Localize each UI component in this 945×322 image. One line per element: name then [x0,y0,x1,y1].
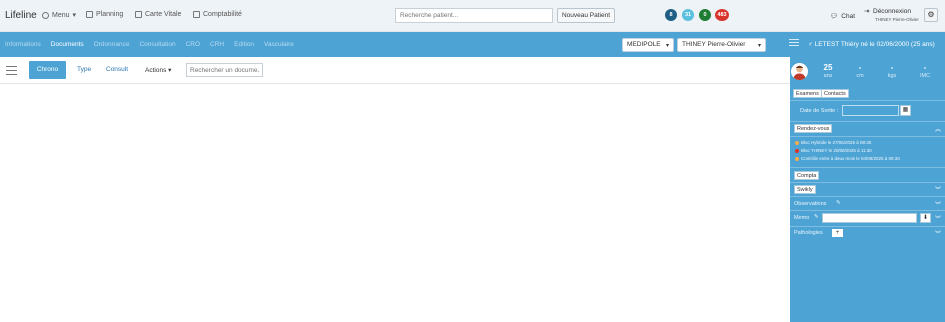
badge-count[interactable]: 31 [682,9,694,21]
panel-menu-icon[interactable] [789,39,799,48]
planning-label: Planning [96,11,124,18]
memo-label: Memo [794,215,810,221]
new-patient-button[interactable]: Nouveau Patient [557,8,615,23]
swikly-button[interactable]: Swikly [794,185,816,194]
edit-icon[interactable]: ✎ [814,214,819,220]
site-select[interactable]: MEDIPOLE ▾ [622,38,674,52]
carte-vitale-label: Carte Vitale [145,11,182,18]
tab-consultation[interactable]: Consultation [139,41,175,48]
add-pathology-button[interactable]: + [832,229,843,237]
avatar [791,63,808,80]
patient-info-text: LETEST Thiéry né le 02/06/2000 (25 ans) [814,41,935,48]
badge-count[interactable]: 0 [699,9,711,21]
rdv-item[interactable]: Bloc THINEY le 20/08/2025 à 11:30 [795,148,872,153]
document-toolbar: Chrono Type Consult Actions ▾ [0,57,790,84]
tab-list: Informations Documents Ordonnance Consul… [5,41,294,48]
chat-label: Chat [841,12,855,20]
male-icon: ♂ [808,41,813,48]
gear-icon: ⚙ [927,10,935,19]
actions-label: Actions [145,67,167,74]
doctor-select-value: THINEY Pierre-Olivier [682,41,746,48]
caret-down-icon: ▾ [168,67,172,74]
badge-count[interactable]: 483 [715,9,729,21]
nav-bar: Informations Documents Ordonnance Consul… [0,32,945,57]
patient-search-input[interactable] [395,8,553,23]
caret-down-icon: ▾ [757,43,761,49]
site-select-value: MEDIPOLE [627,41,661,48]
stat-imc: - IMC [919,63,931,79]
memo-input[interactable] [822,213,917,223]
card-icon [135,11,142,18]
app-logo[interactable]: Lifeline [5,10,37,21]
chat-button[interactable]: 💬︎ Chat [830,12,855,21]
contacts-button[interactable]: Contacts [821,89,849,98]
chevron-down-icon[interactable]: ︾ [935,200,941,209]
caret-down-icon: ▾ [72,12,77,19]
check-circle-icon [42,11,49,19]
compta-button[interactable]: Compta [794,171,820,180]
settings-button[interactable]: ⚙ [924,8,938,22]
menu-button[interactable]: Menu ▾ [42,11,76,19]
badge-count[interactable]: 8 [665,9,677,21]
rendez-vous-button[interactable]: Rendez-vous [794,124,833,133]
comptabilite-link[interactable]: Comptabilité [193,11,242,18]
logout-label: Déconnexion [873,8,911,15]
planning-link[interactable]: Planning [86,11,123,18]
actions-dropdown[interactable]: Actions ▾ [145,66,171,74]
logout-icon: ⇥ [864,8,870,15]
calendar-icon [86,11,93,18]
carte-vitale-link[interactable]: Carte Vitale [135,11,181,18]
tab-ordonnance[interactable]: Ordonnance [94,41,130,48]
calculator-icon [193,11,200,18]
menu-label: Menu [52,11,70,19]
stat-height: - cm [856,63,864,79]
comptabilite-label: Comptabilité [203,11,242,18]
status-dot-icon [795,140,799,145]
date-sortie-label: Date de Sortie : [800,108,839,114]
top-bar: Lifeline Menu ▾ Planning Carte Vitale Co… [0,0,945,32]
rdv-item[interactable]: Contrôle entre à deux mois le 04/08/2025… [795,156,900,161]
tab-vasculaire[interactable]: Vasculaire [264,41,294,48]
consult-filter[interactable]: Consult [106,66,128,73]
tab-crh[interactable]: CRH [210,41,224,48]
plus-icon: + [835,230,840,236]
chevron-down-icon[interactable]: ︾ [935,185,941,194]
tab-edition[interactable]: Edition [234,41,254,48]
observations-label: Observations [794,201,827,207]
arrow-down-icon[interactable]: ⬇ [920,213,931,223]
stat-weight: - kgs [887,63,897,79]
stat-age: 25 ans [823,63,833,79]
rdv-item[interactable]: Bloc Hybride le 27/06/2025 à 08:30 [795,140,871,145]
patient-info: ♂ LETEST Thiéry né le 02/06/2000 (25 ans… [808,41,935,48]
date-sortie-input[interactable] [842,105,899,116]
chrono-button[interactable]: Chrono [29,61,66,79]
logout-user: THINEY Pierre-Olivier [875,17,919,22]
caret-down-icon: ▾ [665,43,669,49]
document-search-input[interactable] [186,63,263,77]
examens-button[interactable]: Examens [793,89,822,98]
chevron-down-icon[interactable]: ︾ [935,229,941,238]
doctor-select[interactable]: THINEY Pierre-Olivier ▾ [677,38,766,52]
tab-informations[interactable]: Informations [5,41,41,48]
pathologies-label: Pathologies [794,230,823,236]
type-filter[interactable]: Type [77,66,91,73]
logout-button[interactable]: ⇥ Déconnexion THINEY Pierre-Olivier [864,8,919,24]
tab-cro[interactable]: CRO [186,41,200,48]
chevron-up-icon[interactable]: ︽ [935,124,941,133]
chevron-down-icon[interactable]: ︾ [935,214,941,223]
hamburger-icon[interactable] [6,66,17,78]
status-dot-icon [795,148,799,153]
edit-icon[interactable]: ✎ [836,200,841,206]
status-dot-icon [795,156,799,161]
tab-documents[interactable]: Documents [51,41,84,48]
calendar-icon[interactable]: ▦ [900,105,911,116]
chat-icon: 💬︎ [830,13,839,20]
